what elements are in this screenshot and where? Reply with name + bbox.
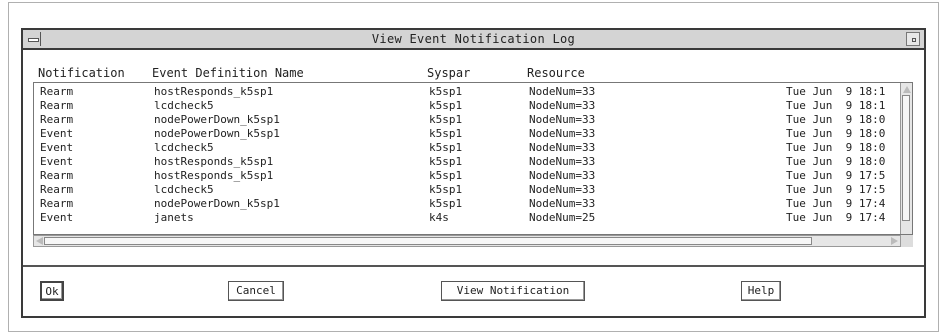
syspar-cell: k5sp1 (429, 169, 463, 182)
syspar-cell: k5sp1 (429, 99, 463, 112)
resource-cell: NodeNum=33 (529, 155, 596, 168)
header-event-definition: Event Definition Name (152, 66, 304, 80)
definition-cell: hostResponds_k5sp1 (154, 85, 274, 98)
resource-cell: NodeNum=33 (529, 141, 596, 154)
list-item[interactable]: Rearm hostResponds_k5sp1 k5sp1 NodeNum=33 Tu… (34, 169, 902, 182)
syspar-cell: k5sp1 (429, 155, 463, 168)
scroll-up-icon[interactable] (903, 86, 911, 93)
definition-cell: hostResponds_k5sp1 (154, 155, 274, 168)
date-cell: Tue Jun 9 17:5 (786, 169, 886, 182)
notification-cell: Rearm (40, 85, 74, 98)
list-item[interactable]: Event lcdcheck5 k5sp1 NodeNum=33 Tue Jun 9 1… (34, 141, 902, 154)
notification-list[interactable]: Rearm hostResponds_k5sp1 k5sp1 NodeNum=33 Tu… (33, 82, 913, 235)
list-item[interactable]: Event nodePowerDown_k5sp1 k5sp1 NodeNum=33 T… (34, 127, 902, 140)
notification-cell: Event (40, 211, 74, 224)
definition-cell: nodePowerDown_k5sp1 (154, 113, 280, 126)
list-item[interactable]: Rearm lcdcheck5 k5sp1 NodeNum=33 Tue Jun 9 1… (34, 183, 902, 196)
definition-cell: nodePowerDown_k5sp1 (154, 127, 280, 140)
horizontal-scrollbar[interactable] (33, 235, 901, 247)
notification-cell: Rearm (40, 169, 74, 182)
list-item[interactable]: Rearm hostResponds_k5sp1 k5sp1 NodeNum=33 Tu… (34, 85, 902, 98)
resource-cell: NodeNum=33 (529, 183, 596, 196)
definition-cell: janets (154, 211, 194, 224)
scroll-left-icon[interactable] (36, 237, 43, 245)
ok-button[interactable]: Ok (40, 281, 64, 301)
notification-cell: Rearm (40, 99, 74, 112)
notification-cell: Event (40, 127, 74, 140)
syspar-cell: k5sp1 (429, 141, 463, 154)
view-notification-button[interactable]: View Notification (441, 281, 585, 301)
resource-cell: NodeNum=33 (529, 127, 596, 140)
title-bar: View Event Notification Log (23, 30, 924, 50)
definition-cell: nodePowerDown_k5sp1 (154, 197, 280, 210)
syspar-cell: k5sp1 (429, 113, 463, 126)
help-button[interactable]: Help (741, 281, 781, 301)
event-log-dialog: View Event Notification Log Notification… (21, 28, 926, 318)
resource-cell: NodeNum=33 (529, 85, 596, 98)
notification-cell: Rearm (40, 197, 74, 210)
header-resource: Resource (527, 66, 585, 80)
list-item[interactable]: Event janets k4s NodeNum=25 Tue Jun 9 17:4 (34, 211, 902, 224)
date-cell: Tue Jun 9 18:0 (786, 141, 886, 154)
definition-cell: lcdcheck5 (154, 99, 214, 112)
resource-cell: NodeNum=25 (529, 211, 596, 224)
syspar-cell: k5sp1 (429, 197, 463, 210)
date-cell: Tue Jun 9 17:4 (786, 211, 886, 224)
list-item[interactable]: Event hostResponds_k5sp1 k5sp1 NodeNum=33 Tu… (34, 155, 902, 168)
syspar-cell: k5sp1 (429, 127, 463, 140)
date-cell: Tue Jun 9 17:4 (786, 197, 886, 210)
date-cell: Tue Jun 9 17:5 (786, 183, 886, 196)
vertical-scrollbar[interactable] (900, 83, 912, 234)
notification-cell: Event (40, 141, 74, 154)
list-item[interactable]: Rearm nodePowerDown_k5sp1 k5sp1 NodeNum=33 T… (34, 113, 902, 126)
definition-cell: lcdcheck5 (154, 141, 214, 154)
notification-cell: Rearm (40, 113, 74, 126)
resource-cell: NodeNum=33 (529, 197, 596, 210)
resource-cell: NodeNum=33 (529, 99, 596, 112)
date-cell: Tue Jun 9 18:1 (786, 99, 886, 112)
date-cell: Tue Jun 9 18:0 (786, 127, 886, 140)
horizontal-scroll-thumb[interactable] (44, 237, 812, 245)
notification-cell: Event (40, 155, 74, 168)
minimize-icon[interactable] (906, 32, 920, 46)
list-item[interactable]: Rearm lcdcheck5 k5sp1 NodeNum=33 Tue Jun 9 1… (34, 99, 902, 112)
definition-cell: lcdcheck5 (154, 183, 214, 196)
header-syspar: Syspar (427, 66, 471, 80)
window-title: View Event Notification Log (371, 32, 576, 46)
button-separator (23, 265, 924, 267)
date-cell: Tue Jun 9 18:0 (786, 113, 886, 126)
syspar-cell: k5sp1 (429, 183, 463, 196)
date-cell: Tue Jun 9 18:0 (786, 155, 886, 168)
syspar-cell: k5sp1 (429, 85, 463, 98)
syspar-cell: k4s (429, 211, 449, 224)
scroll-corner (901, 235, 913, 247)
cancel-button[interactable]: Cancel (228, 281, 284, 301)
date-cell: Tue Jun 9 18:1 (786, 85, 886, 98)
resource-cell: NodeNum=33 (529, 169, 596, 182)
list-rows: Rearm hostResponds_k5sp1 k5sp1 NodeNum=33 Tu… (34, 85, 902, 232)
notification-cell: Rearm (40, 183, 74, 196)
header-notification: Notification (38, 66, 125, 80)
definition-cell: hostResponds_k5sp1 (154, 169, 274, 182)
list-item[interactable]: Rearm nodePowerDown_k5sp1 k5sp1 NodeNum=33 T… (34, 197, 902, 210)
resource-cell: NodeNum=33 (529, 113, 596, 126)
scroll-right-icon[interactable] (891, 237, 898, 245)
vertical-scroll-thumb[interactable] (902, 95, 910, 221)
